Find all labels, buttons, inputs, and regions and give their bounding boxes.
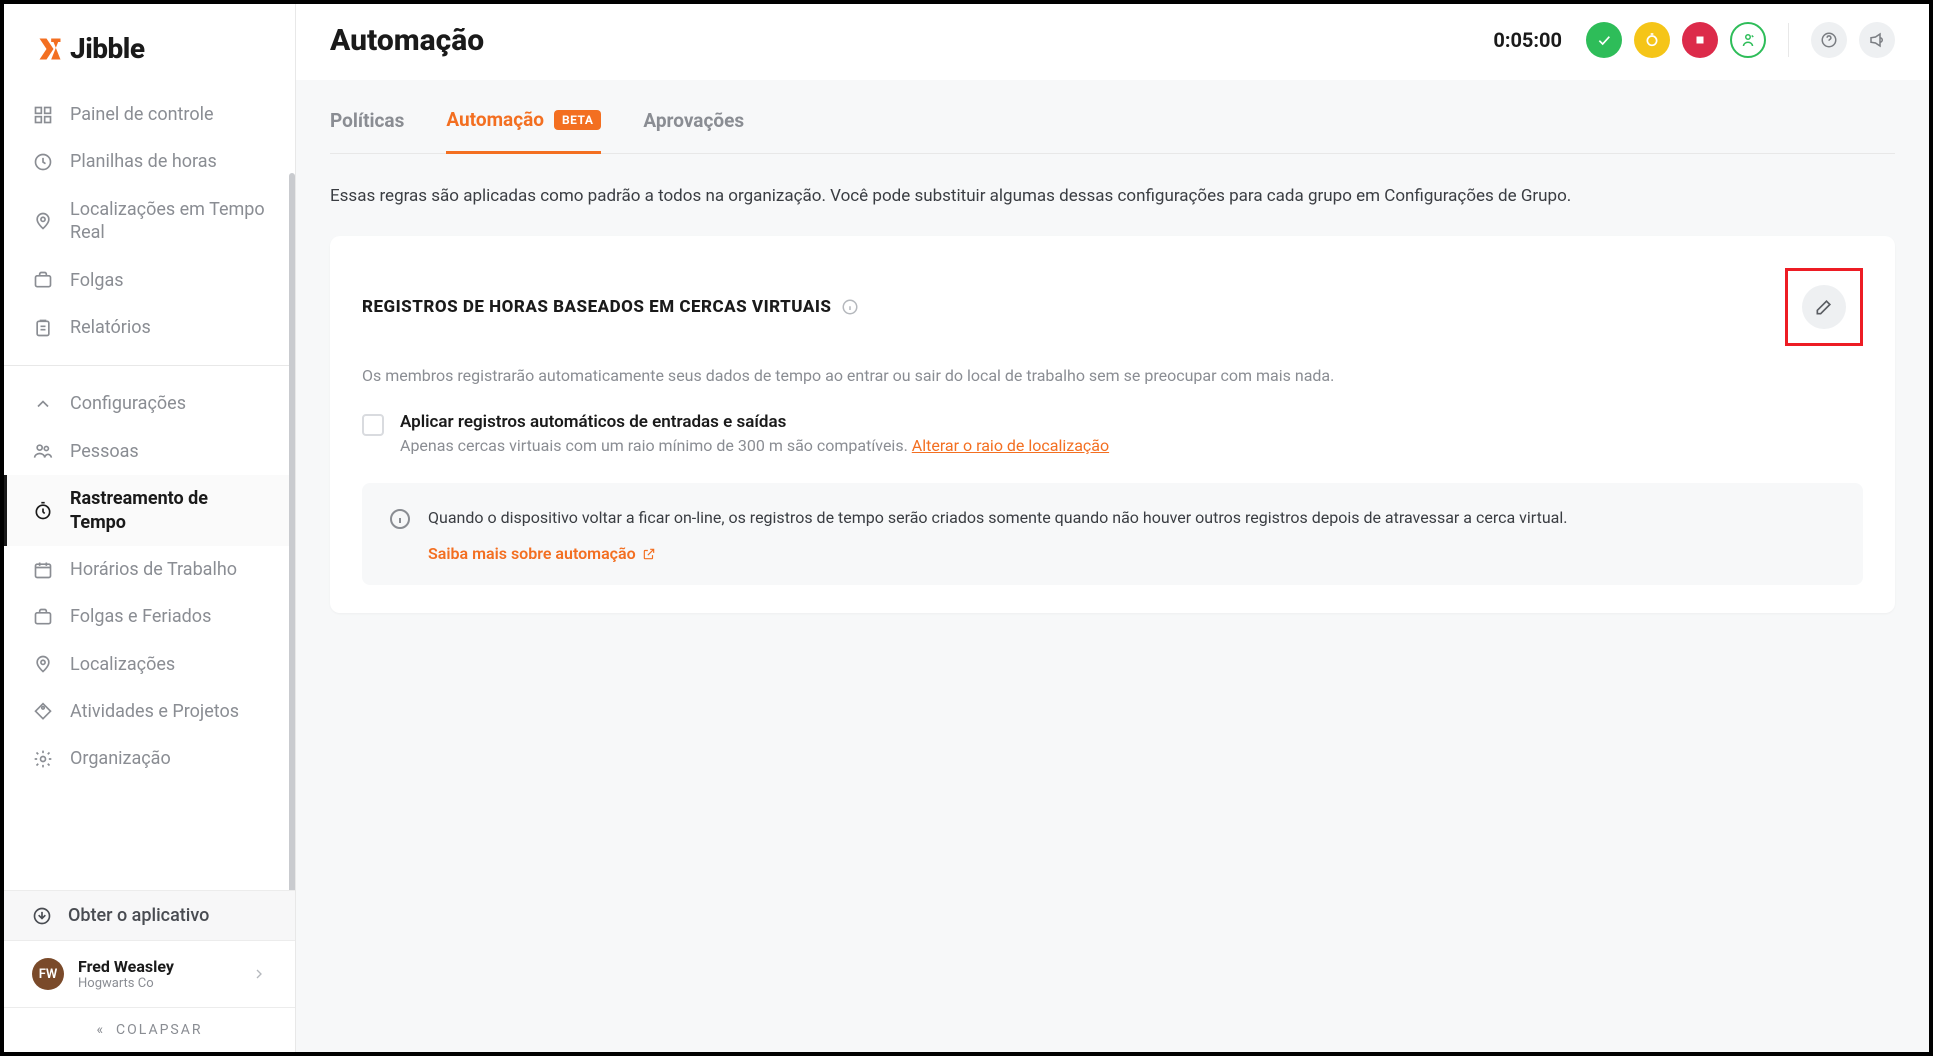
beta-badge: BETA — [554, 110, 601, 130]
brand-text: Jibble — [70, 32, 145, 65]
calendar-clock-icon — [32, 559, 54, 581]
sidebar-item-label: Folgas — [70, 269, 124, 292]
sidebar-item-label: Pessoas — [70, 440, 139, 463]
info-note: Quando o dispositivo voltar a ficar on-l… — [362, 483, 1863, 586]
card-title: REGISTROS DE HORAS BASEADOS EM CERCAS VI… — [362, 297, 831, 317]
main: Automação 0:05:00 Políticas Automação BE… — [296, 4, 1929, 1052]
sidebar-item-label: Atividades e Projetos — [70, 700, 239, 723]
nav-primary: Painel de controle Planilhas de horas Lo… — [4, 87, 295, 355]
logo[interactable]: Jibble — [4, 4, 295, 87]
tab-policies[interactable]: Políticas — [330, 108, 404, 153]
user-menu[interactable]: FW Fred Weasley Hogwarts Co — [4, 940, 295, 1007]
geofence-card: REGISTROS DE HORAS BASEADOS EM CERCAS VI… — [330, 236, 1895, 614]
timer-display: 0:05:00 — [1493, 28, 1562, 52]
sidebar-item-activities[interactable]: Atividades e Projetos — [4, 688, 295, 735]
user-name: Fred Weasley — [78, 957, 237, 976]
stopwatch-icon — [32, 500, 54, 522]
user-org: Hogwarts Co — [78, 976, 237, 991]
sidebar-item-label: Localizações em Tempo Real — [70, 198, 267, 245]
sidebar-item-label: Configurações — [70, 392, 186, 415]
sidebar-item-label: Localizações — [70, 653, 175, 676]
collapse-button[interactable]: « COLAPSAR — [4, 1007, 295, 1052]
sidebar-item-locations[interactable]: Localizações — [4, 641, 295, 688]
help-button[interactable] — [1811, 22, 1847, 58]
clock-in-button[interactable] — [1586, 22, 1622, 58]
edit-button[interactable] — [1802, 285, 1846, 329]
sidebar-item-label: Painel de controle — [70, 103, 214, 126]
sidebar-item-organization[interactable]: Organização — [4, 735, 295, 782]
chevron-right-icon — [251, 966, 267, 982]
learn-more-link[interactable]: Saiba mais sobre automação — [428, 544, 656, 563]
whats-new-button[interactable] — [1859, 22, 1895, 58]
info-icon[interactable] — [841, 298, 859, 316]
get-app-label: Obter o aplicativo — [68, 905, 209, 926]
sidebar-item-label: Organização — [70, 747, 171, 770]
nav-secondary: Configurações Pessoas Rastreamento de Te… — [4, 376, 295, 787]
sidebar-item-label: Horários de Trabalho — [70, 558, 237, 581]
tab-automation[interactable]: Automação BETA — [446, 108, 601, 154]
sidebar: Jibble Painel de controle Planilhas de h… — [4, 4, 296, 1052]
tab-approvals[interactable]: Aprovações — [643, 108, 744, 153]
sidebar-item-holidays[interactable]: Folgas e Feriados — [4, 593, 295, 640]
location-icon — [32, 653, 54, 675]
suitcase-icon — [32, 606, 54, 628]
scrollbar-thumb[interactable] — [289, 173, 295, 890]
info-icon — [388, 507, 412, 531]
sidebar-item-reports[interactable]: Relatórios — [4, 304, 295, 351]
topbar: Automação 0:05:00 — [296, 4, 1929, 80]
get-app-button[interactable]: Obter o aplicativo — [4, 890, 295, 940]
sidebar-item-label: Folgas e Feriados — [70, 605, 211, 628]
checkbox[interactable] — [362, 414, 384, 436]
sidebar-item-people[interactable]: Pessoas — [4, 428, 295, 475]
clock-icon — [32, 151, 54, 173]
sidebar-item-dashboard[interactable]: Painel de controle — [4, 91, 295, 138]
sidebar-item-timesheets[interactable]: Planilhas de horas — [4, 138, 295, 185]
page-title: Automação — [330, 23, 484, 58]
sidebar-item-timeoff[interactable]: Folgas — [4, 257, 295, 304]
sidebar-item-schedules[interactable]: Horários de Trabalho — [4, 546, 295, 593]
sidebar-item-live-locations[interactable]: Localizações em Tempo Real — [4, 186, 295, 257]
brand-icon — [36, 35, 64, 63]
divider — [4, 365, 295, 366]
auto-clock-option: Aplicar registros automáticos de entrada… — [362, 412, 1863, 455]
avatar: FW — [32, 958, 64, 990]
tag-icon — [32, 701, 54, 723]
edit-highlight — [1785, 268, 1863, 346]
tabs: Políticas Automação BETA Aprovações — [330, 80, 1895, 154]
break-button[interactable] — [1634, 22, 1670, 58]
people-icon — [32, 440, 54, 462]
change-radius-link[interactable]: Alterar o raio de localização — [912, 436, 1109, 455]
pencil-icon — [1814, 297, 1834, 317]
pin-icon — [32, 210, 54, 232]
note-text: Quando o dispositivo voltar a ficar on-l… — [428, 505, 1567, 531]
intro-text: Essas regras são aplicadas como padrão a… — [330, 154, 1895, 236]
gear-icon — [32, 748, 54, 770]
chevron-up-icon — [32, 393, 54, 415]
clipboard-icon — [32, 317, 54, 339]
sidebar-item-label: Planilhas de horas — [70, 150, 217, 173]
clock-out-button[interactable] — [1682, 22, 1718, 58]
option-subtitle: Apenas cercas virtuais com um raio mínim… — [400, 436, 1109, 455]
chevrons-left-icon: « — [97, 1022, 117, 1038]
sidebar-item-time-tracking[interactable]: Rastreamento de Tempo — [4, 475, 295, 546]
external-link-icon — [642, 547, 656, 561]
user-status-button[interactable] — [1730, 22, 1766, 58]
sidebar-item-settings[interactable]: Configurações — [4, 380, 295, 427]
card-description: Os membros registrarão automaticamente s… — [362, 364, 1863, 388]
sidebar-item-label: Relatórios — [70, 316, 151, 339]
grid-icon — [32, 104, 54, 126]
divider — [1788, 23, 1789, 57]
option-title: Aplicar registros automáticos de entrada… — [400, 412, 1109, 432]
download-icon — [32, 906, 52, 926]
sidebar-item-label: Rastreamento de Tempo — [70, 487, 267, 534]
briefcase-icon — [32, 269, 54, 291]
